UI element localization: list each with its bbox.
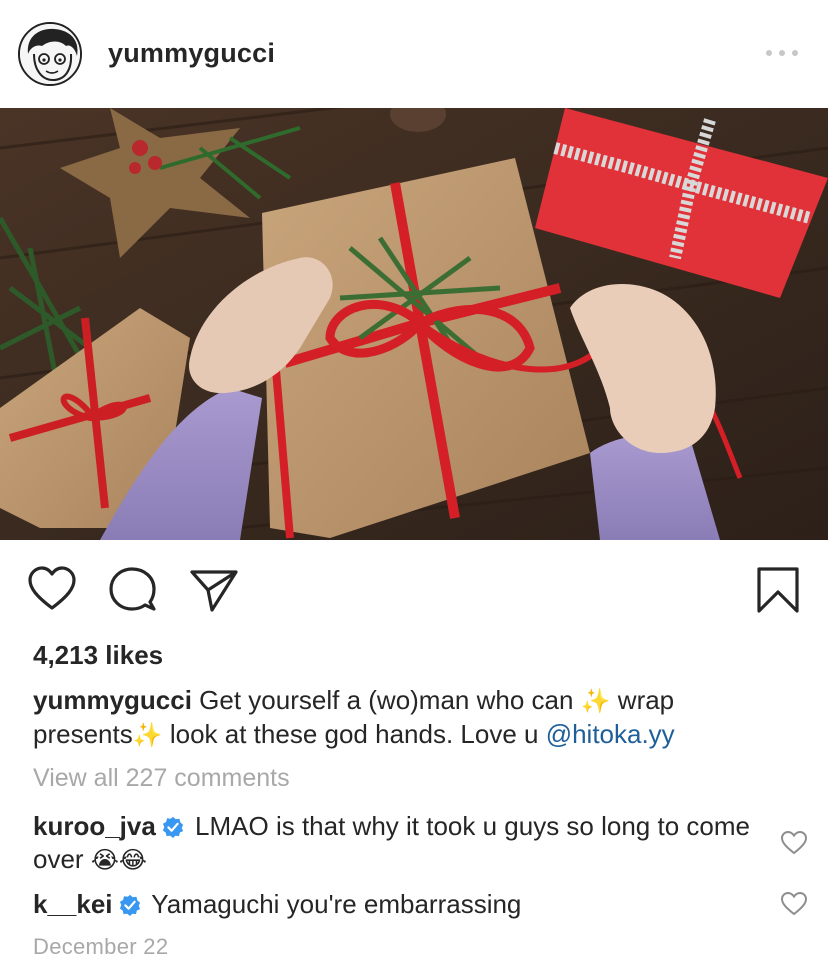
- comment-like-button[interactable]: [780, 891, 808, 917]
- gift-wrapping-photo: [0, 108, 828, 540]
- comment-button[interactable]: [106, 564, 158, 616]
- sparkles-emoji: ✨: [132, 722, 163, 749]
- like-button[interactable]: [26, 564, 78, 616]
- post-caption: yummygucci Get yourself a (wo)man who ca…: [33, 684, 803, 752]
- bookmark-icon: [757, 567, 799, 613]
- comment-text: Yamaguchi you're embarrassing: [144, 889, 522, 919]
- post-header: yummygucci: [0, 0, 828, 108]
- small-heart-icon: [780, 891, 808, 916]
- comment-username[interactable]: kuroo_jva: [33, 811, 156, 841]
- more-options-button[interactable]: [762, 38, 802, 68]
- comment-username[interactable]: k__kei: [33, 889, 113, 919]
- comment-item: kuroo_jva LMAO is that why it took u guy…: [33, 810, 763, 877]
- avatar[interactable]: [18, 22, 82, 86]
- comment-emojis: 😭😂: [90, 847, 147, 874]
- post-date: December 22: [33, 934, 169, 959]
- view-all-comments-link[interactable]: View all 227 comments: [33, 764, 290, 793]
- likes-count[interactable]: 4,213 likes: [33, 640, 163, 671]
- post-username[interactable]: yummygucci: [108, 38, 275, 69]
- comment-item: k__kei Yamaguchi you're embarrassing: [33, 888, 763, 921]
- avatar-drawing: [20, 24, 80, 84]
- comment-icon: [109, 567, 156, 611]
- share-paper-plane-icon: [190, 570, 238, 612]
- post-actions: [0, 540, 828, 636]
- caption-text: look at these god hands. Love u: [162, 719, 546, 749]
- share-button[interactable]: [188, 564, 240, 616]
- heart-icon: [28, 566, 76, 610]
- sparkles-emoji: ✨: [580, 688, 611, 715]
- save-button[interactable]: [752, 564, 804, 616]
- caption-mention[interactable]: @hitoka.yy: [546, 719, 675, 749]
- verified-badge-icon: [162, 816, 183, 838]
- caption-username[interactable]: yummygucci: [33, 685, 192, 715]
- verified-badge-icon: [119, 894, 140, 916]
- more-dots-icon: [766, 50, 772, 56]
- post-photo[interactable]: [0, 108, 828, 540]
- small-heart-icon: [780, 830, 808, 855]
- comment-like-button[interactable]: [780, 830, 808, 856]
- caption-text: Get yourself a (wo)man who can: [191, 685, 581, 715]
